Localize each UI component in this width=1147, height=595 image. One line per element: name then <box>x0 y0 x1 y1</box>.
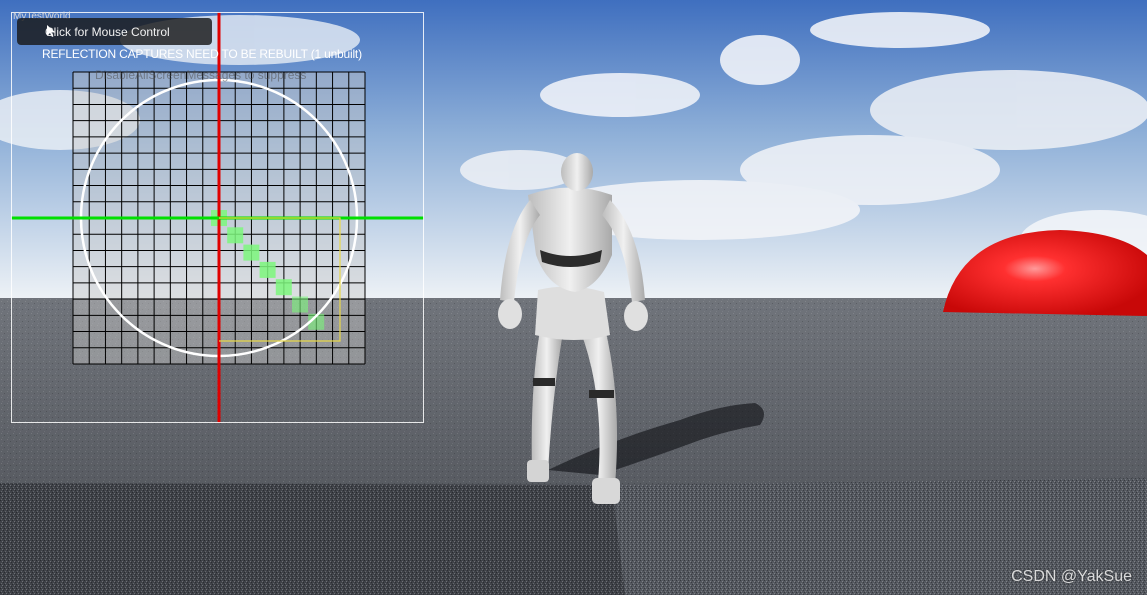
suppress-hint-message: DisableAllScreenMessages to suppress <box>95 68 307 82</box>
game-viewport[interactable]: MyTestWorld Click for Mouse Control REFL… <box>0 0 1147 595</box>
rebuild-warning-message: REFLECTION CAPTURES NEED TO BE REBUILT (… <box>42 47 362 61</box>
mouse-control-button[interactable]: Click for Mouse Control <box>17 18 212 45</box>
mouse-control-label: Click for Mouse Control <box>45 24 170 39</box>
watermark: CSDN @YakSue <box>1011 568 1132 585</box>
mouse-cursor-icon <box>47 25 56 37</box>
